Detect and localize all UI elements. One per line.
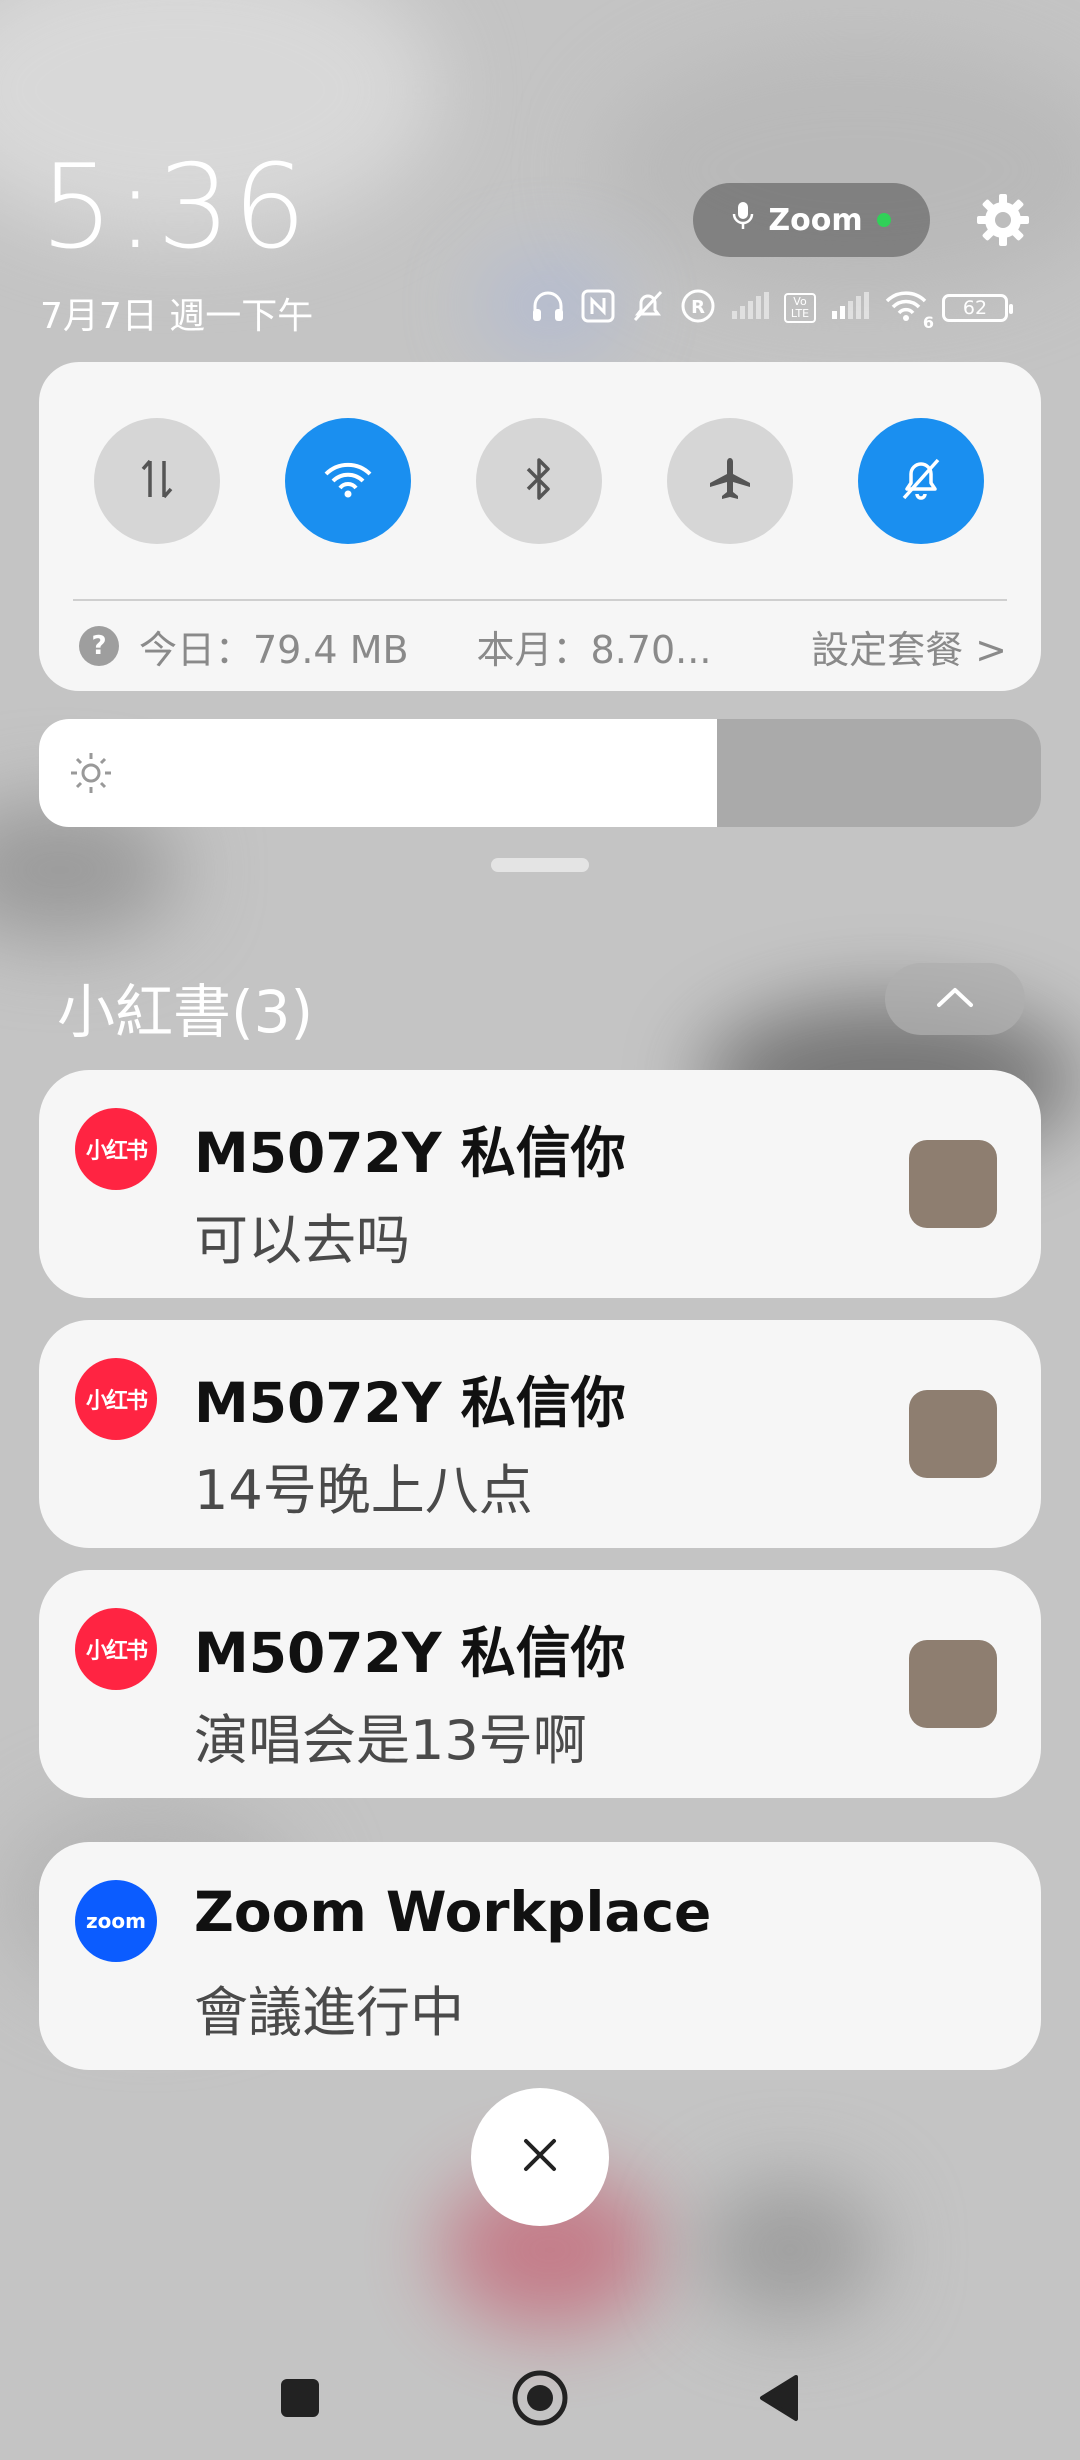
headphones-icon: [530, 288, 566, 328]
xiaohongshu-app-icon: 小红书: [75, 1358, 157, 1440]
notification-title: M5072Y 私信你: [194, 1121, 626, 1185]
panel-drag-handle[interactable]: [491, 858, 589, 872]
zoom-mic-indicator[interactable]: Zoom: [693, 183, 930, 257]
volte-icon: Vo LTE: [784, 293, 816, 323]
notification-card[interactable]: zoom Zoom Workplace 會議進行中: [39, 1842, 1041, 2070]
back-triangle-icon: [756, 2373, 800, 2427]
wifi-icon: [322, 459, 374, 503]
mute-icon: [630, 288, 666, 328]
notification-thumbnail: [909, 1390, 997, 1478]
xiaohongshu-app-icon: 小红书: [75, 1608, 157, 1690]
clock[interactable]: 5:36: [40, 150, 309, 266]
notification-text: 會議進行中: [194, 1981, 464, 2044]
recents-button[interactable]: [240, 2340, 360, 2460]
status-icons: R Vo LTE 6 62: [530, 288, 1013, 332]
microphone-icon: [732, 201, 754, 239]
airplane-icon: [706, 455, 754, 507]
svg-text:R: R: [691, 297, 705, 318]
mute-icon: [898, 456, 944, 506]
data-today: 今日：79.4 MB: [139, 627, 409, 672]
notification-card[interactable]: 小红书 M5072Y 私信你 演唱会是13号啊: [39, 1570, 1041, 1798]
notification-thumbnail: [909, 1640, 997, 1728]
sun-icon: [69, 751, 113, 799]
airplane-toggle[interactable]: [667, 418, 793, 544]
square-icon: [278, 2376, 322, 2424]
notification-card[interactable]: 小红书 M5072Y 私信你 可以去吗: [39, 1070, 1041, 1298]
notification-thumbnail: [909, 1140, 997, 1228]
home-circle-icon: [511, 2369, 569, 2431]
wifi-icon: 6: [884, 288, 934, 332]
date[interactable]: 7月7日 週一下午: [40, 287, 313, 339]
help-icon: ?: [79, 626, 119, 666]
notification-text: 可以去吗: [194, 1209, 410, 1272]
notification-text: 14号晚上八点: [194, 1459, 533, 1522]
mute-toggle[interactable]: [858, 418, 984, 544]
bluetooth-toggle[interactable]: [476, 418, 602, 544]
chevron-up-icon: [935, 985, 975, 1013]
nfc-icon: [580, 288, 616, 328]
zoom-app-icon: zoom: [75, 1880, 157, 1962]
navigation-bar: [0, 2340, 1080, 2460]
xiaohongshu-app-icon: 小红书: [75, 1108, 157, 1190]
set-plan-link[interactable]: 設定套餐 >: [811, 619, 1007, 674]
clear-all-button[interactable]: [471, 2088, 609, 2226]
data-month: 本月：8.70...: [476, 627, 712, 672]
notification-text: 演唱会是13号啊: [194, 1709, 587, 1772]
active-dot: [876, 213, 891, 227]
notification-title: M5072Y 私信你: [194, 1371, 626, 1435]
battery-icon: 62: [942, 294, 1013, 322]
data-usage-row[interactable]: ? 今日：79.4 MB 本月：8.70... 設定套餐 >: [79, 616, 1007, 676]
wifi-toggle[interactable]: [285, 418, 411, 544]
zoom-pill-label: Zoom: [768, 202, 863, 238]
brightness-fill: [39, 719, 718, 827]
divider: [73, 599, 1007, 601]
quick-settings-panel: ? 今日：79.4 MB 本月：8.70... 設定套餐 >: [39, 362, 1041, 691]
home-button[interactable]: [480, 2340, 600, 2460]
notification-title: M5072Y 私信你: [194, 1621, 626, 1685]
notification-title: Zoom Workplace: [194, 1880, 712, 1944]
notification-card[interactable]: 小红书 M5072Y 私信你 14号晚上八点: [39, 1320, 1041, 1548]
group-title: 小紅書(3): [57, 978, 314, 1046]
back-button[interactable]: [718, 2340, 838, 2460]
collapse-group-button[interactable]: [885, 963, 1025, 1035]
mobile-data-toggle[interactable]: [94, 418, 220, 544]
mobile-data-icon: [137, 457, 177, 505]
bluetooth-icon: [524, 455, 554, 507]
close-icon: [520, 2135, 560, 2179]
wifi-badge: 6: [922, 313, 934, 332]
signal-icon: [730, 291, 770, 325]
signal-icon: [830, 291, 870, 325]
brightness-slider[interactable]: [39, 719, 1041, 827]
gear-icon[interactable]: [975, 192, 1031, 248]
roaming-icon: R: [680, 288, 716, 328]
